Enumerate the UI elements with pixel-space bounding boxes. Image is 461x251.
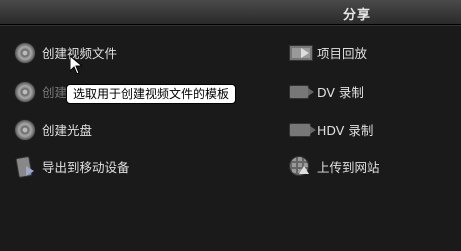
export-mobile-item[interactable]: 导出到移动设备 xyxy=(12,153,130,179)
upload-web-icon xyxy=(287,154,311,178)
project-playback-icon xyxy=(287,40,313,64)
project-playback-label: 项目回放 xyxy=(317,45,368,61)
export-mobile-label: 导出到移动设备 xyxy=(42,159,130,175)
dv-record-label: DV 录制 xyxy=(317,84,364,100)
upload-website-label: 上传到网站 xyxy=(317,159,380,175)
create-disc-item-a[interactable]: 创建 xyxy=(12,78,67,104)
tooltip: 选取用于创建视频文件的模板 xyxy=(66,84,237,104)
create-disc-label-a: 创建 xyxy=(42,84,68,100)
create-disc-item[interactable]: 创建光盘 xyxy=(12,116,92,142)
create-disc-label: 创建光盘 xyxy=(42,122,93,138)
create-video-file-item[interactable]: 创建视频文件 xyxy=(12,39,117,65)
hdv-record-item[interactable]: HDV 录制 xyxy=(287,116,373,142)
create-video-file-icon xyxy=(12,40,36,64)
hdv-camera-icon xyxy=(287,117,316,141)
dv-record-item[interactable]: DV 录制 xyxy=(287,78,364,104)
disc-icon xyxy=(12,79,36,103)
project-playback-item[interactable]: 项目回放 xyxy=(287,39,367,65)
share-header: 分享 xyxy=(0,0,461,25)
disc-icon xyxy=(12,117,36,141)
upload-website-item[interactable]: 上传到网站 xyxy=(287,153,380,179)
dv-camera-icon xyxy=(287,79,314,103)
mobile-device-icon xyxy=(12,154,36,179)
share-title: 分享 xyxy=(342,8,371,23)
hdv-record-label: HDV 录制 xyxy=(317,122,374,138)
